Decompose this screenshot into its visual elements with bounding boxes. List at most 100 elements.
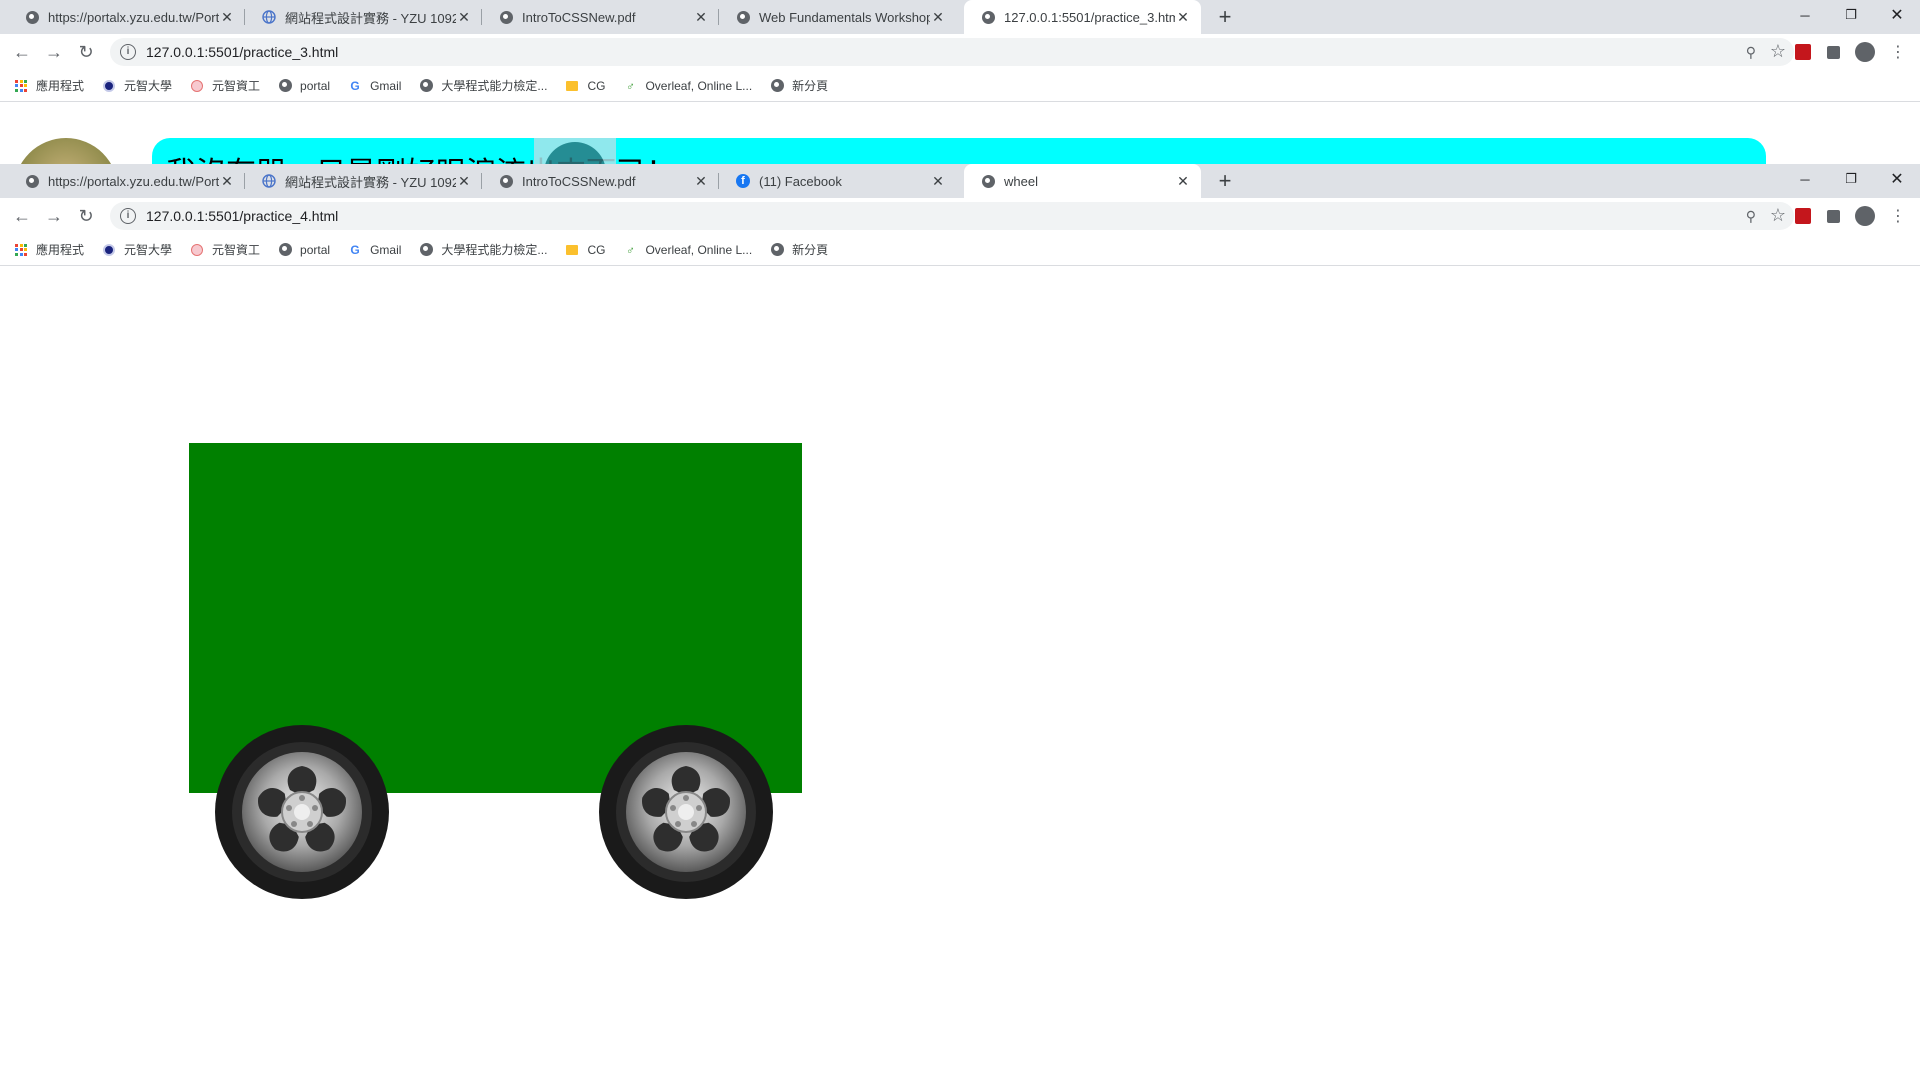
bookmark-cg[interactable]: CG: [565, 79, 605, 93]
google-g-icon: G: [350, 242, 360, 257]
back-tab-course[interactable]: 網站程式設計實務 - YZU 1092 ✕: [245, 0, 482, 34]
globe-icon: [498, 173, 514, 189]
front-tab-pdf[interactable]: IntroToCSSNew.pdf ✕: [482, 164, 719, 198]
bookmark-new-tab[interactable]: 新分頁: [770, 241, 828, 258]
zoom-icon[interactable]: ⚲: [1746, 208, 1756, 225]
globe-icon: [419, 243, 433, 257]
url-text: 127.0.0.1:5501/practice_4.html: [146, 208, 339, 224]
overleaf-icon: ♂: [625, 242, 635, 257]
apps-grid-icon: [14, 243, 28, 257]
yzu-logo-icon: [102, 243, 116, 257]
bubble-image: [534, 138, 616, 164]
back-tab-practice3[interactable]: 127.0.0.1:5501/practice_3.html ✕: [964, 0, 1201, 34]
close-icon[interactable]: ✕: [456, 173, 472, 190]
close-icon[interactable]: ✕: [456, 9, 472, 26]
close-window-button[interactable]: ✕: [1874, 164, 1920, 194]
globe-icon: [24, 173, 40, 189]
bookmark-yzu-cse[interactable]: 元智資工: [190, 241, 260, 258]
reload-icon[interactable]: ↻: [72, 202, 100, 230]
close-icon[interactable]: ✕: [219, 173, 235, 190]
globe-icon: [770, 79, 784, 93]
info-icon[interactable]: i: [120, 208, 136, 224]
reload-icon[interactable]: ↻: [72, 38, 100, 66]
close-icon[interactable]: ✕: [930, 9, 946, 26]
wheel-left: [215, 725, 389, 899]
pdf-extension-icon[interactable]: [1793, 42, 1813, 62]
forward-arrow-icon[interactable]: →: [40, 38, 68, 66]
bookmark-overleaf[interactable]: ♂ Overleaf, Online L...: [623, 79, 752, 93]
new-tab-button[interactable]: +: [1210, 0, 1240, 34]
close-icon[interactable]: ✕: [930, 173, 946, 190]
folder-icon: [565, 79, 579, 93]
globe-icon: [735, 9, 751, 25]
menu-kebab-icon[interactable]: ⋮: [1888, 206, 1908, 226]
back-tab-workshop[interactable]: Web Fundamentals Workshop ✕: [719, 0, 956, 34]
globe-icon: [24, 9, 40, 25]
star-icon[interactable]: ☆: [1770, 205, 1786, 226]
front-tab-portal[interactable]: https://portalx.yzu.edu.tw/PortalSocialV…: [8, 164, 245, 198]
back-toolbar: ← → ↻ i 127.0.0.1:5501/practice_3.html ⚲…: [0, 34, 1920, 70]
globe-icon: [770, 243, 784, 257]
restore-button[interactable]: ❐: [1828, 0, 1874, 30]
zoom-icon[interactable]: ⚲: [1746, 44, 1756, 61]
bookmark-cpe[interactable]: 大學程式能力檢定...: [419, 77, 547, 94]
restore-button[interactable]: ❐: [1828, 164, 1874, 194]
apps-grid-icon: [14, 79, 28, 93]
bookmark-apps[interactable]: 應用程式: [14, 241, 84, 258]
overleaf-icon: ♂: [625, 78, 635, 93]
globe-icon: [980, 9, 996, 25]
close-icon[interactable]: ✕: [219, 9, 235, 26]
forward-arrow-icon[interactable]: →: [40, 202, 68, 230]
front-tab-facebook[interactable]: f (11) Facebook ✕: [719, 164, 956, 198]
bookmark-cg[interactable]: CG: [565, 243, 605, 257]
practice3-page-peek: 我沒有哭，只是剛好眼淚流出來而已！: [0, 102, 1920, 164]
bookmark-portal[interactable]: portal: [278, 243, 330, 257]
extensions-puzzle-icon[interactable]: [1823, 206, 1843, 226]
bookmark-yzu[interactable]: 元智大學: [102, 241, 172, 258]
info-icon[interactable]: i: [120, 44, 136, 60]
front-tab-course[interactable]: 網站程式設計實務 - YZU 1092 ✕: [245, 164, 482, 198]
back-arrow-icon[interactable]: ←: [8, 202, 36, 230]
globe-icon: [419, 79, 433, 93]
back-address-bar[interactable]: i 127.0.0.1:5501/practice_3.html ⚲ ☆: [110, 38, 1794, 66]
front-tab-wheel[interactable]: wheel ✕: [964, 164, 1201, 198]
wheel-right: [599, 725, 773, 899]
minimize-button[interactable]: ─: [1782, 0, 1828, 30]
globe-blue-icon: [261, 9, 277, 25]
back-tab-portal[interactable]: https://portalx.yzu.edu.tw/PortalSocialV…: [8, 0, 245, 34]
bookmark-new-tab[interactable]: 新分頁: [770, 77, 828, 94]
profile-avatar-icon[interactable]: [1855, 42, 1875, 62]
back-tab-pdf[interactable]: IntroToCSSNew.pdf ✕: [482, 0, 719, 34]
star-icon[interactable]: ☆: [1770, 41, 1786, 62]
bookmark-apps[interactable]: 應用程式: [14, 77, 84, 94]
profile-avatar-icon[interactable]: [1855, 206, 1875, 226]
bookmark-gmail[interactable]: G Gmail: [348, 243, 401, 257]
front-address-bar[interactable]: i 127.0.0.1:5501/practice_4.html ⚲ ☆: [110, 202, 1794, 230]
bookmark-overleaf[interactable]: ♂ Overleaf, Online L...: [623, 243, 752, 257]
bookmark-yzu[interactable]: 元智大學: [102, 77, 172, 94]
bookmark-gmail[interactable]: G Gmail: [348, 79, 401, 93]
avatar: [14, 138, 118, 164]
front-bookmarks-bar: 應用程式 元智大學 元智資工 portal G Gmail 大學程式能力檢定...…: [0, 234, 1920, 266]
bookmark-portal[interactable]: portal: [278, 79, 330, 93]
bookmark-cpe[interactable]: 大學程式能力檢定...: [419, 241, 547, 258]
facebook-icon: f: [735, 173, 751, 189]
close-icon[interactable]: ✕: [1175, 173, 1191, 190]
yzu-logo-icon: [102, 79, 116, 93]
bookmark-yzu-cse[interactable]: 元智資工: [190, 77, 260, 94]
close-icon[interactable]: ✕: [1175, 9, 1191, 26]
pdf-extension-icon[interactable]: [1793, 206, 1813, 226]
minimize-button[interactable]: ─: [1782, 164, 1828, 194]
url-text: 127.0.0.1:5501/practice_3.html: [146, 44, 339, 60]
back-tab-strip: https://portalx.yzu.edu.tw/PortalSocialV…: [0, 0, 1920, 34]
close-icon[interactable]: ✕: [693, 173, 709, 190]
globe-icon: [498, 9, 514, 25]
menu-kebab-icon[interactable]: ⋮: [1888, 42, 1908, 62]
close-window-button[interactable]: ✕: [1874, 0, 1920, 30]
extensions-puzzle-icon[interactable]: [1823, 42, 1843, 62]
new-tab-button[interactable]: +: [1210, 164, 1240, 198]
back-arrow-icon[interactable]: ←: [8, 38, 36, 66]
back-browser-window: https://portalx.yzu.edu.tw/PortalSocialV…: [0, 0, 1920, 164]
globe-blue-icon: [261, 173, 277, 189]
close-icon[interactable]: ✕: [693, 9, 709, 26]
